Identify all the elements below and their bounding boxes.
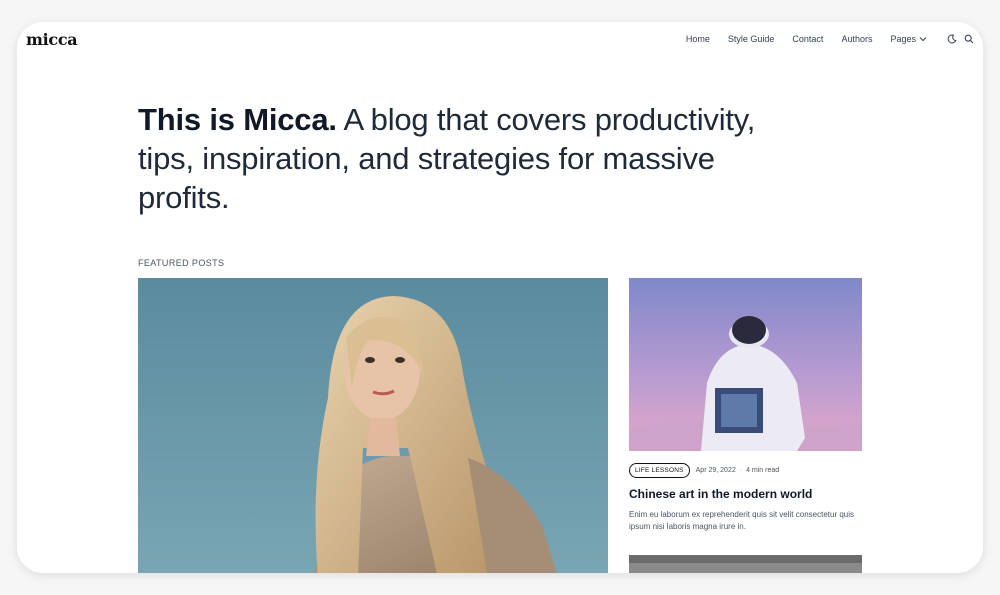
browser-frame: micca Home Style Guide Contact Authors P… <box>17 22 983 573</box>
meta-separator: · <box>739 467 743 474</box>
main-nav: Home Style Guide Contact Authors Pages <box>686 33 975 45</box>
nav-contact[interactable]: Contact <box>792 34 823 44</box>
post-card-image[interactable] <box>629 278 862 451</box>
post-meta: LIFE LESSONS Apr 29, 2022 · 4 min read <box>629 463 862 478</box>
nav-pages-label: Pages <box>890 34 916 44</box>
nav-pages-dropdown[interactable]: Pages <box>890 34 927 44</box>
nav-home[interactable]: Home <box>686 34 710 44</box>
hero-bold: This is Micca. <box>138 102 337 137</box>
site-header: micca Home Style Guide Contact Authors P… <box>17 22 983 56</box>
featured-posts-label: FEATURED POSTS <box>138 258 225 268</box>
category-tag[interactable]: LIFE LESSONS <box>629 463 690 478</box>
post-date: Apr 29, 2022 <box>695 467 736 474</box>
next-post-image[interactable] <box>629 555 862 573</box>
search-icon[interactable] <box>963 33 975 45</box>
post-title[interactable]: Chinese art in the modern world <box>629 487 862 501</box>
nav-authors[interactable]: Authors <box>841 34 872 44</box>
nav-style-guide[interactable]: Style Guide <box>728 34 775 44</box>
moon-icon[interactable] <box>946 33 958 45</box>
chevron-down-icon <box>919 37 927 42</box>
hero-headline: This is Micca. A blog that covers produc… <box>138 100 778 217</box>
post-excerpt: Enim eu laborum ex reprehenderit quis si… <box>629 510 854 531</box>
featured-main-image[interactable] <box>138 278 608 573</box>
site-logo[interactable]: micca <box>26 30 78 49</box>
read-time: 4 min read <box>746 467 780 474</box>
post-card[interactable]: LIFE LESSONS Apr 29, 2022 · 4 min read C… <box>629 278 862 533</box>
